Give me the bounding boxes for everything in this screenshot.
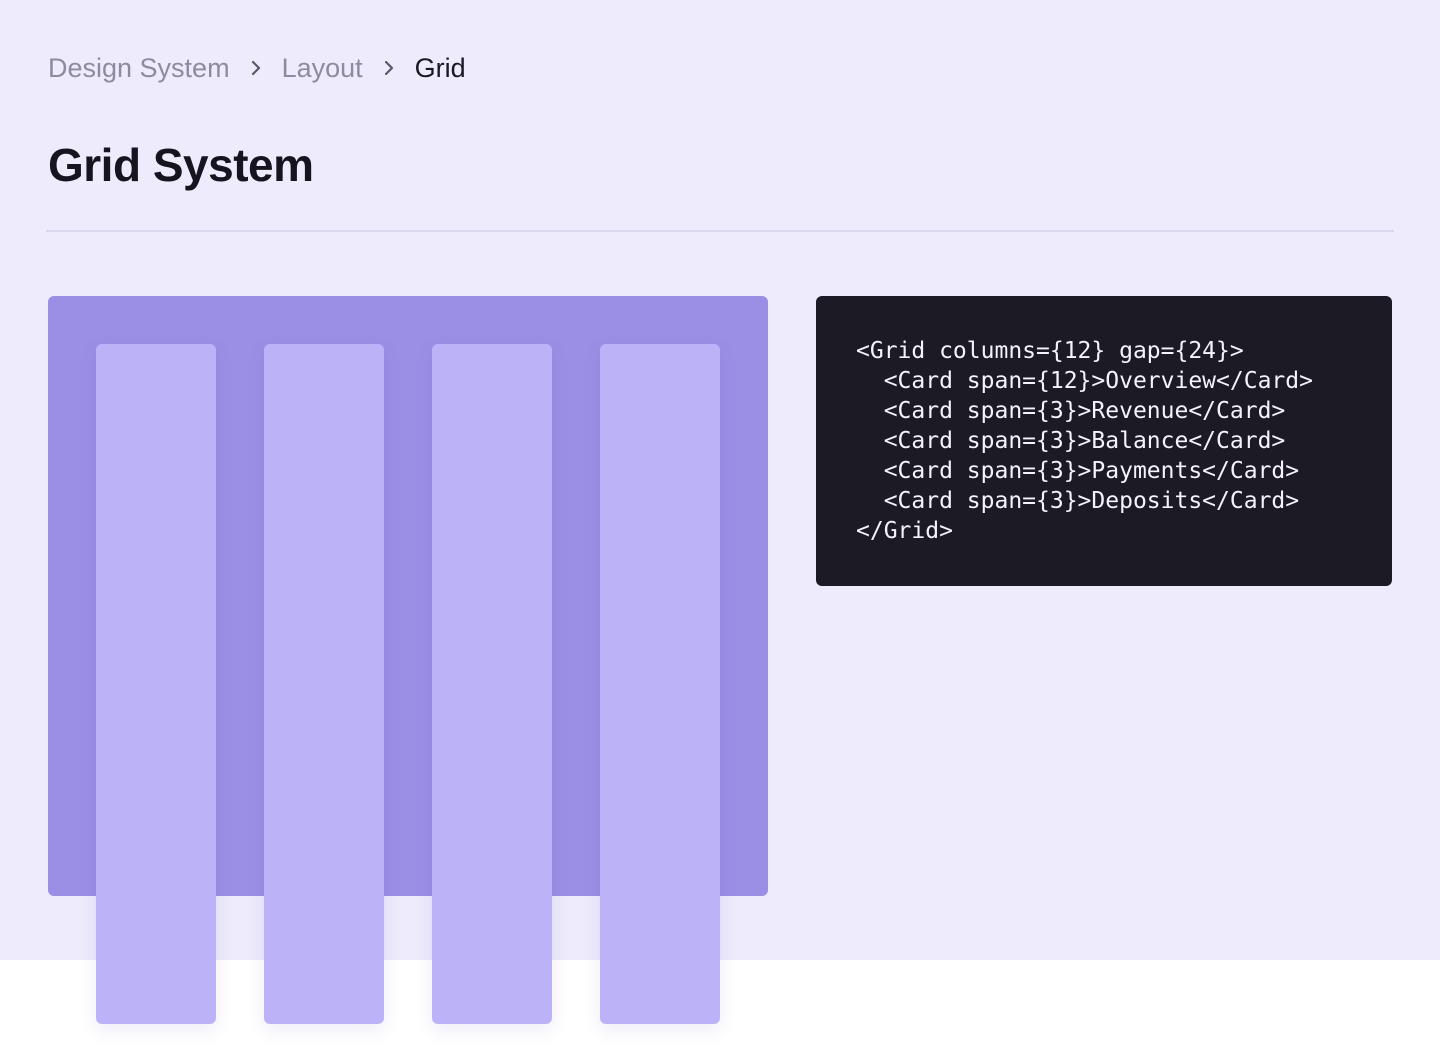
code-line: <Card span={3}>Deposits</Card> bbox=[856, 488, 1300, 514]
code-line: <Card span={3}>Balance</Card> bbox=[856, 428, 1286, 454]
breadcrumb: Design System Layout Grid bbox=[48, 48, 466, 88]
code-line: <Grid columns={12} gap={24}> bbox=[856, 338, 1244, 364]
breadcrumb-item-design-system[interactable]: Design System bbox=[48, 53, 230, 84]
grid-demo-column bbox=[96, 344, 216, 1024]
code-snippet: <Grid columns={12} gap={24}> <Card span=… bbox=[816, 296, 1392, 586]
code-line: </Grid> bbox=[856, 518, 953, 544]
code-line: <Card span={3}>Payments</Card> bbox=[856, 458, 1300, 484]
breadcrumb-item-layout[interactable]: Layout bbox=[282, 53, 363, 84]
code-line: <Card span={12}>Overview</Card> bbox=[856, 368, 1313, 394]
grid-demo-column bbox=[432, 344, 552, 1024]
chevron-right-icon bbox=[230, 48, 282, 88]
grid-demo-column bbox=[600, 344, 720, 1024]
breadcrumb-item-grid: Grid bbox=[414, 52, 466, 83]
page-title: Grid System bbox=[48, 139, 314, 191]
header-divider bbox=[46, 230, 1394, 232]
grid-demo-column bbox=[264, 344, 384, 1024]
chevron-right-icon bbox=[363, 48, 415, 88]
code-line: <Card span={3}>Revenue</Card> bbox=[856, 398, 1286, 424]
